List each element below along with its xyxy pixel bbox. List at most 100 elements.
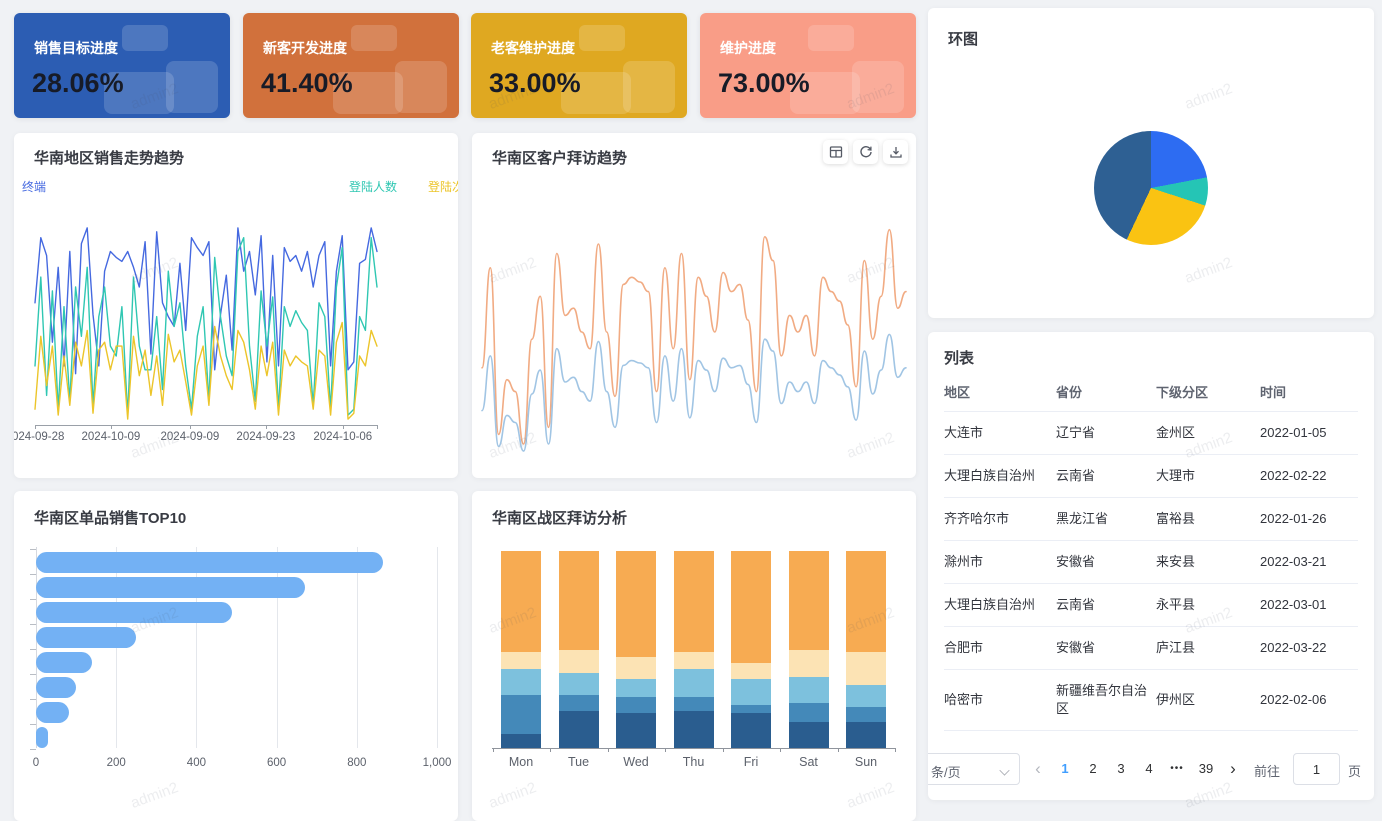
- bar[interactable]: [36, 552, 383, 573]
- bar-segment[interactable]: [846, 722, 886, 748]
- stacked-bar[interactable]: [731, 551, 771, 748]
- bar-segment[interactable]: [731, 679, 771, 705]
- bar-segment[interactable]: [559, 673, 599, 695]
- bar[interactable]: [36, 652, 92, 673]
- x-tick-label: Wed: [623, 755, 648, 769]
- axis-tick: [30, 624, 36, 625]
- bar-segment[interactable]: [616, 657, 656, 679]
- top10-bar-chart[interactable]: 02004006008001,000: [36, 547, 440, 779]
- axis-tick: [895, 748, 896, 752]
- stacked-bar[interactable]: [789, 551, 829, 748]
- bar-segment[interactable]: [846, 707, 886, 723]
- kpi-card-maintenance: 维护进度 73.00%: [700, 13, 916, 118]
- legend-item-terminal[interactable]: 终端: [22, 178, 46, 195]
- bar-segment[interactable]: [846, 652, 886, 685]
- bar[interactable]: [36, 627, 136, 648]
- table-cell: 哈密市: [944, 670, 1056, 731]
- bar-segment[interactable]: [616, 713, 656, 748]
- bar-segment[interactable]: [559, 551, 599, 650]
- goto-page-input[interactable]: [1293, 753, 1340, 785]
- table-cell: 2022-01-05: [1260, 412, 1358, 455]
- download-icon[interactable]: [883, 140, 908, 164]
- refresh-icon[interactable]: [853, 140, 878, 164]
- table-row: 滁州市安徽省来安县2022-03-21: [944, 541, 1358, 584]
- bar-segment[interactable]: [789, 703, 829, 723]
- page-number-2[interactable]: 2: [1079, 753, 1107, 785]
- bar[interactable]: [36, 602, 232, 623]
- bar[interactable]: [36, 702, 69, 723]
- stacked-bar[interactable]: [674, 551, 714, 748]
- bar-segment[interactable]: [501, 695, 541, 734]
- bar-segment[interactable]: [559, 650, 599, 674]
- table-cell: 大理白族自治州: [944, 455, 1056, 498]
- stacked-bar[interactable]: [616, 551, 656, 748]
- x-tick-label: Thu: [683, 755, 705, 769]
- bar-segment[interactable]: [501, 652, 541, 670]
- table-cell: 伊州区: [1156, 670, 1260, 731]
- page-size-select[interactable]: 条/页: [928, 753, 1020, 785]
- sales-trend-chart[interactable]: [35, 218, 377, 425]
- bar-segment[interactable]: [731, 705, 771, 713]
- bar-segment[interactable]: [559, 695, 599, 711]
- table-cell: 来安县: [1156, 541, 1260, 584]
- bar-segment[interactable]: [674, 551, 714, 651]
- table-cell: 合肥市: [944, 627, 1056, 670]
- page-number-39[interactable]: 39: [1192, 753, 1220, 785]
- bar-segment[interactable]: [789, 677, 829, 703]
- visit-trend-chart[interactable]: [482, 213, 906, 463]
- bar[interactable]: [36, 677, 76, 698]
- bar-segment[interactable]: [674, 697, 714, 711]
- bar-segment[interactable]: [731, 663, 771, 679]
- bar-segment[interactable]: [731, 551, 771, 663]
- bar-segment[interactable]: [846, 685, 886, 707]
- prev-page-arrow[interactable]: ‹: [1035, 753, 1041, 785]
- kpi-value: 73.00%: [718, 68, 810, 99]
- bar[interactable]: [36, 577, 305, 598]
- bar-segment[interactable]: [789, 722, 829, 748]
- bar-segment[interactable]: [731, 713, 771, 748]
- table-cell: 云南省: [1056, 584, 1156, 627]
- kpi-value: 41.40%: [261, 68, 353, 99]
- bar[interactable]: [36, 727, 48, 748]
- axis-tick: [343, 425, 344, 429]
- x-tick-label: 2024-09-09: [161, 431, 220, 443]
- stacked-bar[interactable]: [559, 551, 599, 748]
- table-cell: 大连市: [944, 412, 1056, 455]
- kpi-card-old-customer: 老客维护进度 33.00%: [471, 13, 687, 118]
- weekly-stacked-chart[interactable]: MonTueWedThuFriSatSun: [492, 547, 896, 777]
- column-header-region: 地区: [944, 372, 1056, 412]
- next-page-arrow[interactable]: ›: [1230, 753, 1236, 785]
- page-number-3[interactable]: 3: [1107, 753, 1135, 785]
- bar-segment[interactable]: [501, 551, 541, 651]
- page-number-4[interactable]: 4: [1135, 753, 1163, 785]
- table-cell: 2022-03-21: [1260, 541, 1358, 584]
- bar-segment[interactable]: [789, 551, 829, 650]
- stacked-bar[interactable]: [501, 551, 541, 748]
- bar-segment[interactable]: [616, 679, 656, 697]
- bar-segment[interactable]: [674, 711, 714, 748]
- bar-segment[interactable]: [674, 669, 714, 697]
- donut-chart[interactable]: [1094, 131, 1208, 245]
- axis-tick: [665, 748, 666, 752]
- data-view-icon[interactable]: [823, 140, 848, 164]
- bar-segment[interactable]: [616, 697, 656, 713]
- bar-segment[interactable]: [674, 652, 714, 670]
- bar-segment[interactable]: [846, 551, 886, 651]
- stacked-bar[interactable]: [846, 551, 886, 748]
- page-number-1[interactable]: 1: [1051, 753, 1079, 785]
- x-tick-label: 0: [33, 757, 39, 769]
- bar-segment[interactable]: [559, 711, 599, 748]
- x-tick-label: 2024-10-09: [82, 431, 141, 443]
- line-series[interactable]: [482, 230, 906, 444]
- axis-tick: [30, 649, 36, 650]
- bar-segment[interactable]: [501, 734, 541, 748]
- bar-segment[interactable]: [789, 650, 829, 678]
- table-cell: 大理市: [1156, 455, 1260, 498]
- bar-segment[interactable]: [616, 551, 656, 657]
- legend-item-login-users[interactable]: 登陆人数: [349, 178, 397, 195]
- axis-tick: [30, 724, 36, 725]
- more-pages-icon[interactable]: •••: [1163, 753, 1191, 785]
- bar-segment[interactable]: [501, 669, 541, 695]
- legend-item-login-count[interactable]: 登陆次数: [428, 178, 458, 195]
- panel-top10: 华南区单品销售TOP10 02004006008001,000: [14, 491, 458, 821]
